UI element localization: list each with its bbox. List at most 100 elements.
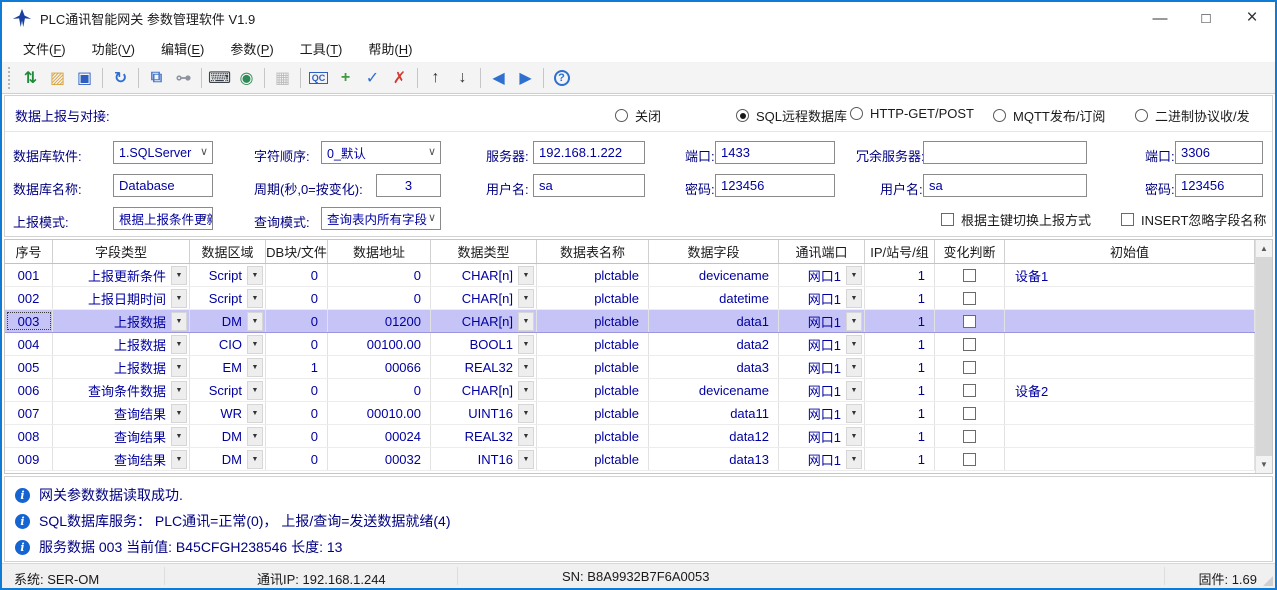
dropdown-button[interactable]: ▼ <box>247 266 263 285</box>
cell-station[interactable]: 1 <box>865 333 935 355</box>
cell-change-flag[interactable] <box>935 287 1005 309</box>
network-globe-icon[interactable]: ◉ <box>233 65 260 91</box>
cell-station[interactable]: 1 <box>865 287 935 309</box>
cell-data-type[interactable]: CHAR[n]▼ <box>431 264 537 286</box>
cell-change-flag[interactable] <box>935 448 1005 470</box>
maximize-button[interactable]: □ <box>1183 2 1229 34</box>
cell-change-flag[interactable] <box>935 264 1005 286</box>
cell-data-field[interactable]: devicename <box>649 264 779 286</box>
cell-comm-port[interactable]: 网口1▼ <box>779 264 865 286</box>
save-icon[interactable]: ▣ <box>71 65 98 91</box>
cell-change-flag[interactable] <box>935 333 1005 355</box>
dropdown-button[interactable]: ▼ <box>247 289 263 308</box>
cell-table-name[interactable]: plctable <box>537 333 649 355</box>
cell-db-block[interactable]: 0 <box>266 379 328 401</box>
dropdown-button[interactable]: ▼ <box>171 335 187 354</box>
resize-grip[interactable] <box>1263 576 1273 586</box>
help-icon[interactable]: ? <box>548 65 575 91</box>
qc-display-icon[interactable]: QC <box>305 65 332 91</box>
scrollbar-thumb[interactable] <box>1256 257 1272 456</box>
cell-seq[interactable]: 009 <box>5 448 53 470</box>
table-row[interactable]: 009查询结果▼DM▼000032INT16▼plctabledata13网口1… <box>5 448 1255 471</box>
dropdown-button[interactable]: ▼ <box>247 404 263 423</box>
cell-address[interactable]: 01200 <box>328 310 431 332</box>
table-row[interactable]: 005上报数据▼EM▼100066REAL32▼plctabledata3网口1… <box>5 356 1255 379</box>
cell-initial-value[interactable] <box>1005 356 1255 378</box>
dropdown-button[interactable]: ▼ <box>846 358 862 377</box>
table-row[interactable]: 008查询结果▼DM▼000024REAL32▼plctabledata12网口… <box>5 425 1255 448</box>
dropdown-button[interactable]: ▼ <box>247 358 263 377</box>
delete-icon[interactable]: ✗ <box>386 65 413 91</box>
cell-field-type[interactable]: 查询条件数据▼ <box>53 379 190 401</box>
report-mode-select[interactable]: 根据上报条件更新 ∨ <box>113 207 213 230</box>
change-checkbox[interactable] <box>963 315 976 328</box>
cell-table-name[interactable]: plctable <box>537 448 649 470</box>
change-checkbox[interactable] <box>963 361 976 374</box>
cell-data-type[interactable]: CHAR[n]▼ <box>431 379 537 401</box>
table-row[interactable]: 006查询条件数据▼Script▼00CHAR[n]▼plctabledevic… <box>5 379 1255 402</box>
db-name-input[interactable]: Database <box>113 174 213 197</box>
toolbar-grip[interactable] <box>8 67 13 89</box>
cell-data-type[interactable]: BOOL1▼ <box>431 333 537 355</box>
port-input[interactable]: 1433 <box>715 141 835 164</box>
cell-data-area[interactable]: DM▼ <box>190 448 266 470</box>
dropdown-button[interactable]: ▼ <box>846 335 862 354</box>
refresh-icon[interactable]: ↻ <box>107 65 134 91</box>
cell-data-area[interactable]: DM▼ <box>190 310 266 332</box>
insert-ignore-checkbox[interactable]: INSERT忽略字段名称 <box>1121 210 1266 229</box>
network-nodes-icon[interactable]: ⧉ <box>143 65 170 91</box>
cell-comm-port[interactable]: 网口1▼ <box>779 287 865 309</box>
cell-station[interactable]: 1 <box>865 379 935 401</box>
cell-address[interactable]: 00024 <box>328 425 431 447</box>
table-row[interactable]: 003上报数据▼DM▼001200CHAR[n]▼plctabledata1网口… <box>5 310 1255 333</box>
dropdown-button[interactable]: ▼ <box>171 427 187 446</box>
cell-data-type[interactable]: REAL32▼ <box>431 425 537 447</box>
cell-station[interactable]: 1 <box>865 448 935 470</box>
cell-table-name[interactable]: plctable <box>537 402 649 424</box>
cell-data-area[interactable]: Script▼ <box>190 379 266 401</box>
dropdown-button[interactable]: ▼ <box>171 450 187 469</box>
cell-db-block[interactable]: 1 <box>266 356 328 378</box>
cell-station[interactable]: 1 <box>865 264 935 286</box>
cell-comm-port[interactable]: 网口1▼ <box>779 402 865 424</box>
cell-data-area[interactable]: DM▼ <box>190 425 266 447</box>
dropdown-button[interactable]: ▼ <box>518 289 534 308</box>
cell-address[interactable]: 00066 <box>328 356 431 378</box>
change-checkbox[interactable] <box>963 407 976 420</box>
monitor-edit-icon[interactable]: ⌨ <box>206 65 233 91</box>
cell-initial-value[interactable] <box>1005 402 1255 424</box>
prev-icon[interactable]: ◀ <box>485 65 512 91</box>
cell-field-type[interactable]: 上报数据▼ <box>53 310 190 332</box>
redundant-port-input[interactable]: 3306 <box>1175 141 1263 164</box>
cell-address[interactable]: 0 <box>328 264 431 286</box>
cell-comm-port[interactable]: 网口1▼ <box>779 448 865 470</box>
cell-seq[interactable]: 006 <box>5 379 53 401</box>
cell-data-field[interactable]: data1 <box>649 310 779 332</box>
dropdown-button[interactable]: ▼ <box>846 381 862 400</box>
cell-field-type[interactable]: 上报数据▼ <box>53 333 190 355</box>
cell-data-field[interactable]: devicename <box>649 379 779 401</box>
period-input[interactable]: 3 <box>376 174 441 197</box>
read-params-icon[interactable]: ⇅ <box>17 65 44 91</box>
cell-data-field[interactable]: data11 <box>649 402 779 424</box>
cell-db-block[interactable]: 0 <box>266 264 328 286</box>
cell-table-name[interactable]: plctable <box>537 287 649 309</box>
cell-data-field[interactable]: data13 <box>649 448 779 470</box>
menu-item-h[interactable]: 帮助(H) <box>355 35 425 62</box>
cell-table-name[interactable]: plctable <box>537 425 649 447</box>
cell-address[interactable]: 00010.00 <box>328 402 431 424</box>
cell-change-flag[interactable] <box>935 310 1005 332</box>
close-button[interactable]: × <box>1229 2 1275 34</box>
cell-field-type[interactable]: 查询结果▼ <box>53 402 190 424</box>
cell-field-type[interactable]: 上报日期时间▼ <box>53 287 190 309</box>
plc-module-icon[interactable]: ▦ <box>269 65 296 91</box>
minimize-button[interactable]: — <box>1137 2 1183 34</box>
dropdown-button[interactable]: ▼ <box>518 358 534 377</box>
change-checkbox[interactable] <box>963 269 976 282</box>
cell-db-block[interactable]: 0 <box>266 310 328 332</box>
next-icon[interactable]: ▶ <box>512 65 539 91</box>
cell-initial-value[interactable] <box>1005 287 1255 309</box>
table-row[interactable]: 007查询结果▼WR▼000010.00UINT16▼plctabledata1… <box>5 402 1255 425</box>
dropdown-button[interactable]: ▼ <box>518 450 534 469</box>
cell-table-name[interactable]: plctable <box>537 264 649 286</box>
